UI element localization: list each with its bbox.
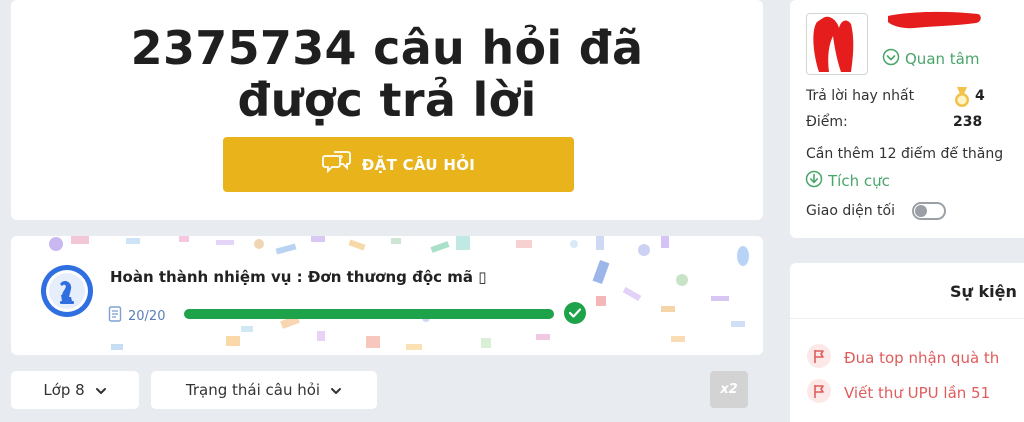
question-status-label: Trạng thái câu hỏi <box>185 381 321 399</box>
headline-line-2: được trả lời <box>237 73 537 127</box>
follow-label: Quan tâm <box>905 50 980 68</box>
username-redaction <box>884 6 984 36</box>
event-label: Đua top nhận quà th <box>844 349 1000 367</box>
toggle-knob <box>915 205 927 217</box>
mission-progress-text: 20/20 <box>128 308 166 324</box>
mission-medal-icon <box>40 264 94 322</box>
avatar[interactable] <box>806 13 868 75</box>
question-status-dropdown[interactable]: Trạng thái câu hỏi <box>151 371 377 409</box>
flag-icon <box>806 379 832 407</box>
events-header: Sự kiện <box>950 282 1017 301</box>
event-item[interactable]: Viết thư UPU lần 51 <box>806 379 990 407</box>
best-answer-medal-icon <box>952 86 972 112</box>
rank-up-hint: Cần thêm 12 điểm để thăng <box>806 146 1004 162</box>
ask-question-icon: ? <box>321 150 352 180</box>
dark-mode-toggle[interactable] <box>912 202 946 220</box>
question-count-card: 2375734 câu hỏi đã được trả lời ? ĐẶT CÂ… <box>11 0 763 220</box>
follow-button[interactable]: Quan tâm <box>882 48 979 70</box>
x2-multiplier-button[interactable]: x2 <box>710 371 748 408</box>
svg-text:?: ? <box>338 154 343 163</box>
points-value: 238 <box>953 114 983 130</box>
dark-mode-label: Giao diện tối <box>806 203 895 219</box>
grade-filter-label: Lớp 8 <box>43 381 85 399</box>
event-item[interactable]: Đua top nhận quà th <box>806 344 999 372</box>
confetti-decoration <box>49 236 749 350</box>
follow-icon <box>882 48 900 70</box>
ask-question-button[interactable]: ? ĐẶT CÂU HỎI <box>223 137 574 192</box>
chevron-down-icon <box>95 381 107 399</box>
events-divider <box>790 318 1024 319</box>
chevron-down-icon <box>330 381 342 399</box>
grade-filter-dropdown[interactable]: Lớp 8 <box>11 371 139 409</box>
document-icon <box>108 306 122 326</box>
mission-progress-fill <box>184 309 554 319</box>
best-answers-label: Trả lời hay nhất <box>806 88 915 104</box>
answered-count-headline: 2375734 câu hỏi đã được trả lời <box>11 22 763 126</box>
event-label: Viết thư UPU lần 51 <box>844 384 991 402</box>
flag-icon <box>806 344 832 372</box>
activity-status-label: Tích cực <box>828 172 890 190</box>
mission-count: 20/20 <box>108 306 165 326</box>
best-answers-value: 4 <box>975 88 985 104</box>
ask-question-label: ĐẶT CÂU HỎI <box>361 155 476 174</box>
mission-card <box>11 236 763 355</box>
mission-progress-bar <box>184 309 554 319</box>
activity-status: Tích cực <box>805 170 890 192</box>
activity-icon <box>805 170 823 192</box>
headline-line-1: 2375734 câu hỏi đã <box>130 21 644 75</box>
points-label: Điểm: <box>806 114 848 130</box>
mission-title: Hoàn thành nhiệm vụ : Đơn thương độc mã … <box>110 268 487 286</box>
mission-complete-check-icon <box>564 302 586 324</box>
